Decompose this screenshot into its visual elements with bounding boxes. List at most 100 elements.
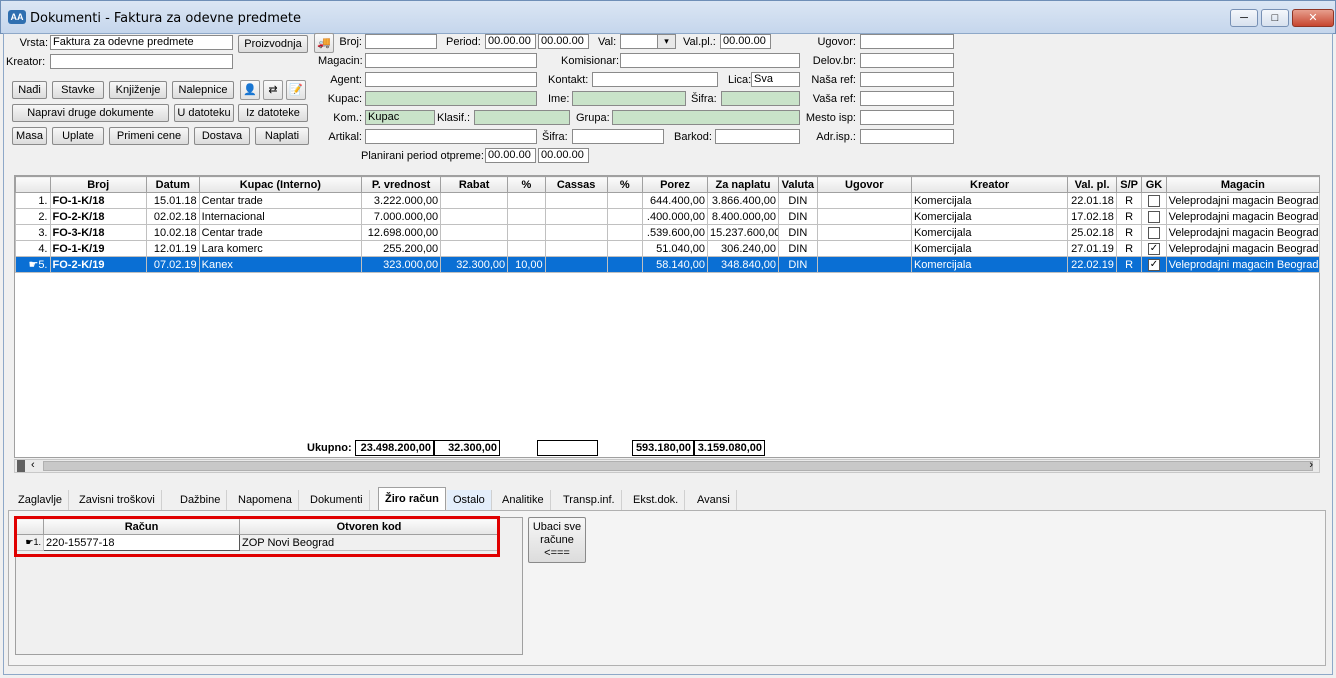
cell-magacin[interactable]: Veleprodajni magacin Beograd bbox=[1165, 240, 1321, 257]
cell-za-naplatu[interactable]: 306.240,00 bbox=[707, 240, 780, 257]
cell-broj[interactable]: FO-2-K/19 bbox=[49, 256, 147, 273]
cell-magacin[interactable]: Veleprodajni magacin Beograd bbox=[1165, 208, 1321, 225]
cell-cassas-pct[interactable] bbox=[606, 208, 644, 225]
horizontal-scrollbar[interactable]: ‹ › bbox=[14, 459, 1320, 473]
cell-za-naplatu[interactable]: 348.840,00 bbox=[707, 256, 780, 273]
cell-p-vrednost[interactable]: 323.000,00 bbox=[361, 256, 442, 273]
magacin-field[interactable] bbox=[365, 53, 537, 68]
tab-dazbine[interactable]: Dažbine bbox=[174, 490, 228, 510]
plan-from-field[interactable]: 00.00.00 bbox=[485, 148, 536, 163]
cell-kreator[interactable]: Komercijala bbox=[910, 208, 1069, 225]
cell-gk[interactable] bbox=[1141, 208, 1167, 225]
cell-kupac[interactable]: Centar trade bbox=[198, 224, 363, 241]
gk-checkbox[interactable] bbox=[1147, 226, 1160, 239]
cell-magacin[interactable]: Veleprodajni magacin Beograd bbox=[1165, 224, 1321, 241]
cell-za-naplatu[interactable]: 8.400.000,00 bbox=[707, 208, 780, 225]
col-porez[interactable]: Porez bbox=[642, 176, 709, 193]
cell-p-vrednost[interactable]: 7.000.000,00 bbox=[361, 208, 442, 225]
kreator-field[interactable] bbox=[50, 54, 233, 69]
cell-cassas[interactable] bbox=[544, 256, 608, 273]
gk-checkbox[interactable]: ✓ bbox=[1147, 258, 1160, 271]
cell-val-pl[interactable]: 22.01.18 bbox=[1067, 192, 1117, 209]
cell-datum[interactable]: 10.02.18 bbox=[145, 224, 200, 241]
cell-ugovor[interactable] bbox=[816, 256, 912, 273]
cell-sp[interactable]: R bbox=[1115, 240, 1143, 257]
kontakt-field[interactable] bbox=[592, 72, 718, 87]
table-row[interactable]: 1. FO-1-K/18 15.01.18 Centar trade 3.222.000… bbox=[15, 192, 1321, 209]
maximize-button[interactable]: □ bbox=[1261, 9, 1289, 27]
cell-val-pl[interactable]: 17.02.18 bbox=[1067, 208, 1117, 225]
cell-broj[interactable]: FO-1-K/18 bbox=[49, 192, 147, 209]
cell-ugovor[interactable] bbox=[816, 240, 912, 257]
delovbr-field[interactable] bbox=[860, 53, 954, 68]
row-number-cell[interactable]: 1. bbox=[15, 192, 51, 209]
cell-kupac[interactable]: Centar trade bbox=[198, 192, 363, 209]
cell-cassas-pct[interactable] bbox=[606, 256, 644, 273]
primeni-cene-button[interactable]: Primeni cene bbox=[109, 127, 189, 145]
cell-kreator[interactable]: Komercijala bbox=[910, 192, 1069, 209]
cell-porez[interactable]: 51.040,00 bbox=[642, 240, 709, 257]
cell-rabat-pct[interactable] bbox=[507, 208, 546, 225]
col-val-pl[interactable]: Val. pl. bbox=[1067, 176, 1117, 193]
cell-cassas[interactable] bbox=[544, 192, 608, 209]
cell-ugovor[interactable] bbox=[816, 192, 912, 209]
cell-porez[interactable]: 644.400,00 bbox=[642, 192, 709, 209]
tab-dokumenti[interactable]: Dokumenti bbox=[304, 490, 370, 510]
cell-cassas[interactable] bbox=[544, 240, 608, 257]
kupac-field[interactable] bbox=[365, 91, 537, 106]
scroll-thumb[interactable] bbox=[43, 461, 1313, 471]
row-number-cell[interactable]: ☛5. bbox=[15, 256, 51, 273]
nalepnice-button[interactable]: Nalepnice bbox=[172, 81, 234, 99]
cell-val-pl[interactable]: 25.02.18 bbox=[1067, 224, 1117, 241]
tab-napomena[interactable]: Napomena bbox=[232, 490, 299, 510]
cell-valuta[interactable]: DIN bbox=[778, 208, 818, 225]
nadji-button[interactable]: Nađi bbox=[12, 81, 47, 99]
row-number-cell[interactable]: 3. bbox=[15, 224, 51, 241]
documents-grid[interactable]: Broj Datum Kupac (Interno) P. vrednost R… bbox=[14, 175, 1321, 458]
sifra2-field[interactable] bbox=[572, 129, 664, 144]
cell-porez[interactable]: .539.600,00 bbox=[642, 224, 709, 241]
vrsta-field[interactable]: Faktura za odevne predmete bbox=[50, 35, 233, 50]
cell-datum[interactable]: 15.01.18 bbox=[145, 192, 200, 209]
period-from-field[interactable]: 00.00.00 bbox=[485, 34, 536, 49]
tab-transp-inf[interactable]: Transp.inf. bbox=[557, 490, 622, 510]
table-row[interactable]: ☛5. FO-2-K/19 07.02.19 Kanex 323.000,00 32.30… bbox=[15, 256, 1321, 273]
col-ugovor[interactable]: Ugovor bbox=[816, 176, 912, 193]
cell-cassas[interactable] bbox=[544, 224, 608, 241]
row-number-cell[interactable]: 2. bbox=[15, 208, 51, 225]
cell-rabat[interactable] bbox=[440, 240, 509, 257]
cell-sp[interactable]: R bbox=[1115, 256, 1143, 273]
knjizenje-button[interactable]: Knjiženje bbox=[109, 81, 167, 99]
val-select[interactable]: ▾ bbox=[620, 34, 676, 49]
cell-p-vrednost[interactable]: 3.222.000,00 bbox=[361, 192, 442, 209]
cell-valuta[interactable]: DIN bbox=[778, 192, 818, 209]
cell-valuta[interactable]: DIN bbox=[778, 240, 818, 257]
transfer-icon[interactable]: ⇄ bbox=[263, 80, 283, 100]
ime-field[interactable] bbox=[572, 91, 686, 106]
komisionar-field[interactable] bbox=[620, 53, 800, 68]
notepad-icon[interactable]: 📝 bbox=[286, 80, 306, 100]
u-datoteku-button[interactable]: U datoteku bbox=[174, 104, 234, 122]
cell-rabat[interactable] bbox=[440, 224, 509, 241]
col-kreator[interactable]: Kreator bbox=[910, 176, 1069, 193]
cell-kupac[interactable]: Lara komerc bbox=[198, 240, 363, 257]
chevron-down-icon[interactable]: ▾ bbox=[657, 35, 675, 48]
col-cassas[interactable]: Cassas bbox=[544, 176, 608, 193]
cell-broj[interactable]: FO-1-K/19 bbox=[49, 240, 147, 257]
col-sp[interactable]: S/P bbox=[1115, 176, 1143, 193]
scroll-right-icon[interactable]: › bbox=[1309, 459, 1313, 471]
table-row[interactable]: 4. FO-1-K/19 12.01.19 Lara komerc 255.200,00… bbox=[15, 240, 1321, 257]
cell-porez[interactable]: 58.140,00 bbox=[642, 256, 709, 273]
scroll-left-icon[interactable]: ‹ bbox=[31, 459, 35, 471]
cell-gk[interactable] bbox=[1141, 224, 1167, 241]
row-number-cell[interactable]: 4. bbox=[15, 240, 51, 257]
col-kupac[interactable]: Kupac (Interno) bbox=[198, 176, 363, 193]
cell-val-pl[interactable]: 22.02.19 bbox=[1067, 256, 1117, 273]
cell-gk[interactable]: ✓ bbox=[1141, 240, 1167, 257]
col-rabat[interactable]: Rabat bbox=[440, 176, 509, 193]
user-info-icon[interactable]: 👤 bbox=[240, 80, 260, 100]
tab-avansi[interactable]: Avansi bbox=[691, 490, 737, 510]
cell-valuta[interactable]: DIN bbox=[778, 256, 818, 273]
cell-rabat[interactable] bbox=[440, 208, 509, 225]
adrisp-field[interactable] bbox=[860, 129, 954, 144]
